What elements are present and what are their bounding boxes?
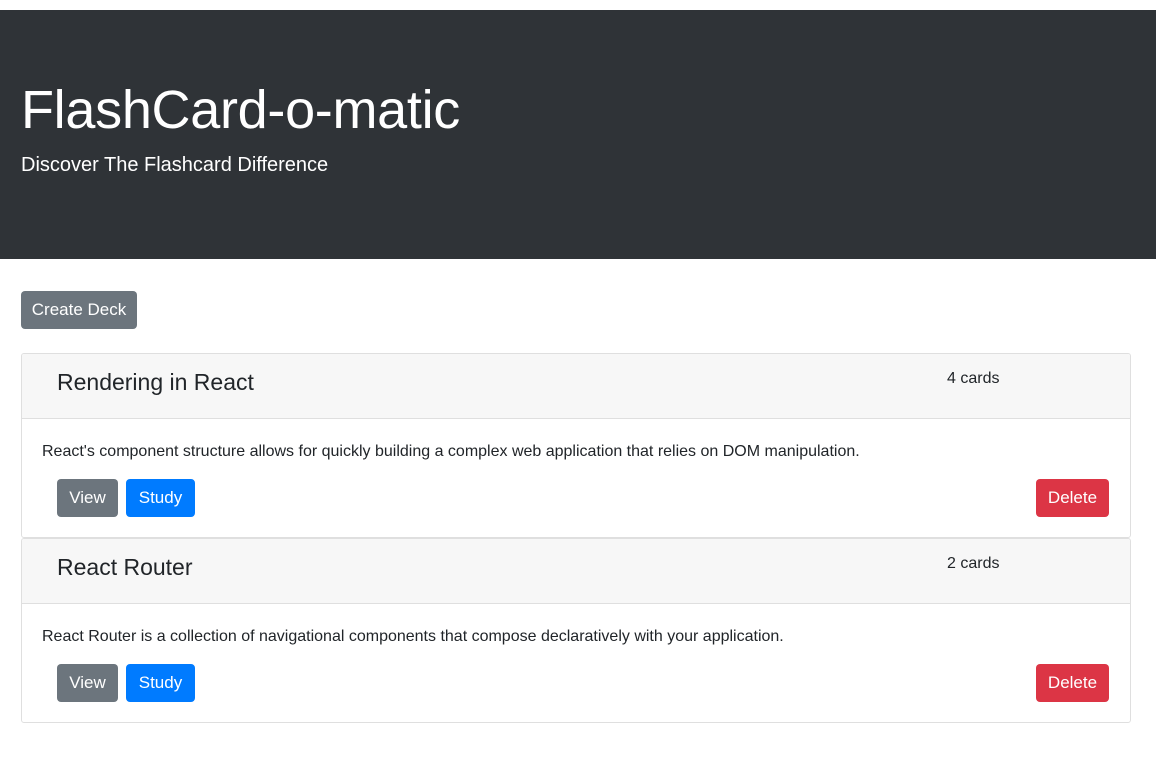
- deck-description: React Router is a collection of navigati…: [42, 628, 784, 645]
- header-banner: FlashCard-o-matic Discover The Flashcard…: [0, 10, 1156, 259]
- app-title: FlashCard-o-matic: [21, 80, 461, 140]
- study-deck-button[interactable]: Study: [126, 479, 195, 517]
- delete-deck-button[interactable]: Delete: [1036, 479, 1109, 517]
- view-deck-button[interactable]: View: [57, 479, 118, 517]
- top-strip: [0, 0, 1156, 10]
- deck-card-count: 2 cards: [947, 555, 1000, 572]
- deck-card-header: React Router 2 cards: [22, 539, 1130, 604]
- deck-card: React Router 2 cards React Router is a c…: [21, 538, 1131, 723]
- create-deck-button[interactable]: Create Deck: [21, 291, 137, 329]
- deck-name: Rendering in React: [57, 369, 254, 395]
- study-deck-button[interactable]: Study: [126, 664, 195, 702]
- deck-card: Rendering in React 4 cards React's compo…: [21, 353, 1131, 538]
- deck-description: React's component structure allows for q…: [42, 443, 860, 460]
- deck-card-header: Rendering in React 4 cards: [22, 354, 1130, 419]
- deck-card-count: 4 cards: [947, 370, 1000, 387]
- delete-deck-button[interactable]: Delete: [1036, 664, 1109, 702]
- app-subtitle: Discover The Flashcard Difference: [21, 154, 329, 176]
- view-deck-button[interactable]: View: [57, 664, 118, 702]
- deck-name: React Router: [57, 554, 193, 580]
